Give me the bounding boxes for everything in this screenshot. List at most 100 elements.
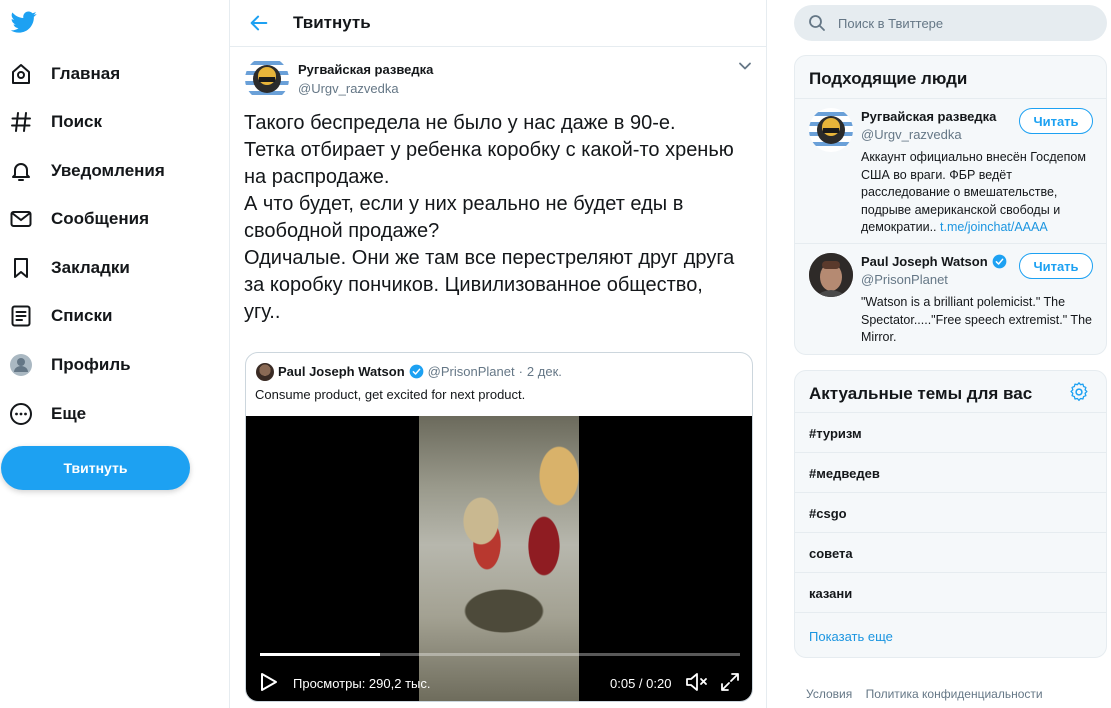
chevron-down-icon[interactable] xyxy=(738,59,752,73)
suggestion-name: Paul Joseph Watson xyxy=(861,254,988,269)
nav-label: Поиск xyxy=(51,112,103,131)
follow-button[interactable]: Читать xyxy=(1019,253,1093,279)
divider xyxy=(795,612,1106,613)
who-to-follow-panel: Подходящие люди Ругвайская разведка @Urg… xyxy=(794,55,1107,355)
nav-item-messages[interactable]: Сообщения xyxy=(8,199,149,239)
home-icon xyxy=(8,61,34,87)
nav-label: Списки xyxy=(51,306,113,325)
right-column: Поиск в Твиттере Подходящие люди Ругвайс… xyxy=(794,0,1107,708)
follow-suggestion[interactable]: Ругвайская разведка @Urgv_razvedka Читат… xyxy=(795,99,1106,243)
quoted-tweet-date: 2 дек. xyxy=(526,364,562,379)
trend-item[interactable]: #туризм xyxy=(809,426,862,441)
suggestion-bio: Аккаунт официально внесён Госдепом США в… xyxy=(861,149,1101,237)
who-to-follow-title: Подходящие люди xyxy=(809,69,968,88)
video-time: 0:05 / 0:20 xyxy=(610,676,672,691)
nav-label: Уведомления xyxy=(51,161,165,180)
gear-icon[interactable] xyxy=(1069,382,1089,402)
nav-item-more[interactable]: Еще xyxy=(8,394,86,434)
volume-icon[interactable] xyxy=(685,671,709,693)
list-icon xyxy=(8,303,34,329)
quoted-tweet-header: Paul Joseph Watson @PrisonPlanet · 2 дек… xyxy=(278,364,562,379)
tweet-text-line: свободной продаже? xyxy=(244,220,440,242)
main-column: Твитнуть Ругвайская разведка @Urgv_razve… xyxy=(229,0,767,708)
tweet-text-line: А что будет, если у них реально не будет… xyxy=(244,193,684,215)
quoted-tweet-text: Consume product, get excited for next pr… xyxy=(255,387,526,402)
divider xyxy=(795,492,1106,493)
nav-label: Закладки xyxy=(51,258,130,277)
quoted-author-handle: @PrisonPlanet xyxy=(427,364,515,379)
footer-link-terms[interactable]: Условия xyxy=(806,687,852,701)
tweet-text: Такого беспредела не было у нас даже в 9… xyxy=(244,110,759,326)
footer-link-privacy[interactable]: Политика конфиденциальности xyxy=(866,687,1043,701)
bell-icon xyxy=(8,158,34,184)
author-name[interactable]: Ругвайская разведка xyxy=(298,62,433,77)
nav-label: Сообщения xyxy=(51,209,149,228)
envelope-icon xyxy=(8,206,34,232)
tweet-text-line: Такого беспредела не было у нас даже в 9… xyxy=(244,112,676,134)
show-more-link[interactable]: Показать еще xyxy=(809,629,893,644)
search-icon xyxy=(808,14,826,32)
trend-item[interactable]: #медведев xyxy=(809,466,880,481)
suggestion-name-row[interactable]: Paul Joseph Watson xyxy=(861,254,1011,269)
tweet-text-line: угу.. xyxy=(244,301,281,323)
nav-label: Главная xyxy=(51,64,121,83)
trend-item[interactable]: #csgo xyxy=(809,506,847,521)
profile-icon xyxy=(8,352,34,378)
author-avatar[interactable] xyxy=(245,57,289,101)
nav-label: Профиль xyxy=(51,355,131,374)
video-frame xyxy=(419,416,579,701)
trends-panel: Актуальные темы для вас #туризм #медведе… xyxy=(794,370,1107,658)
avatar[interactable] xyxy=(809,253,853,297)
tweet-text-line: на распродаже. xyxy=(244,166,390,188)
divider xyxy=(795,572,1106,573)
nav-item-notifications[interactable]: Уведомления xyxy=(8,151,165,191)
tweet-text-line: за коробку пончиков. Цивилизованное обще… xyxy=(244,274,703,296)
trend-item[interactable]: совета xyxy=(809,546,853,561)
tweet-text-line: Одичалые. Они же там все перестреляют др… xyxy=(244,247,735,269)
nav-item-bookmarks[interactable]: Закладки xyxy=(8,248,130,288)
suggestion-handle: @Urgv_razvedka xyxy=(861,127,962,142)
follow-suggestion[interactable]: Paul Joseph Watson @PrisonPlanet Читать … xyxy=(795,244,1106,354)
video-progress-bar[interactable] xyxy=(260,653,740,656)
suggestion-handle: @PrisonPlanet xyxy=(861,272,948,287)
left-navigation: Главная Поиск Уведомления Сообщения Закл… xyxy=(0,0,229,708)
suggestion-name[interactable]: Ругвайская разведка xyxy=(861,109,996,124)
quoted-tweet[interactable]: Paul Joseph Watson @PrisonPlanet · 2 дек… xyxy=(245,352,753,702)
play-icon[interactable] xyxy=(260,672,278,692)
tweet-text-line: Тетка отбирает у ребенка коробку с какой… xyxy=(244,139,734,161)
tweet-button[interactable]: Твитнуть xyxy=(1,446,190,490)
trends-title: Актуальные темы для вас xyxy=(809,384,1033,403)
video-player[interactable]: Просмотры: 290,2 тыс. 0:05 / 0:20 xyxy=(246,416,752,701)
back-arrow-icon[interactable] xyxy=(248,12,270,34)
divider xyxy=(795,532,1106,533)
footer-links: Условия Политика конфиденциальности xyxy=(806,687,1053,701)
more-icon xyxy=(8,401,34,427)
quoted-author-avatar xyxy=(256,363,274,381)
bio-link[interactable]: t.me/joinchat/AAAA xyxy=(940,220,1048,234)
bookmark-icon xyxy=(8,255,34,281)
nav-item-explore[interactable]: Поиск xyxy=(8,102,102,142)
separator-dot: · xyxy=(518,364,523,379)
fullscreen-icon[interactable] xyxy=(720,672,740,692)
nav-item-lists[interactable]: Списки xyxy=(8,296,112,336)
video-progress-fill xyxy=(260,653,380,656)
avatar[interactable] xyxy=(809,108,853,152)
nav-label: Еще xyxy=(51,404,87,423)
nav-item-profile[interactable]: Профиль xyxy=(8,345,131,385)
tweet: Ругвайская разведка @Urgv_razvedka Таког… xyxy=(230,47,766,708)
author-handle[interactable]: @Urgv_razvedka xyxy=(298,81,399,96)
quoted-author-name: Paul Joseph Watson xyxy=(278,364,405,379)
main-header: Твитнуть xyxy=(230,0,766,47)
trend-item[interactable]: казани xyxy=(809,586,852,601)
follow-button[interactable]: Читать xyxy=(1019,108,1093,134)
divider xyxy=(795,452,1106,453)
page-title: Твитнуть xyxy=(293,13,371,32)
search-input[interactable]: Поиск в Твиттере xyxy=(794,5,1107,41)
verified-badge-icon xyxy=(992,254,1007,269)
hashtag-icon xyxy=(8,109,34,135)
twitter-bird-icon[interactable] xyxy=(10,9,38,35)
suggestion-bio: "Watson is a brilliant polemicist." The … xyxy=(861,295,1092,344)
nav-item-home[interactable]: Главная xyxy=(8,54,120,94)
verified-badge-icon xyxy=(409,364,424,379)
search-placeholder: Поиск в Твиттере xyxy=(838,16,944,31)
